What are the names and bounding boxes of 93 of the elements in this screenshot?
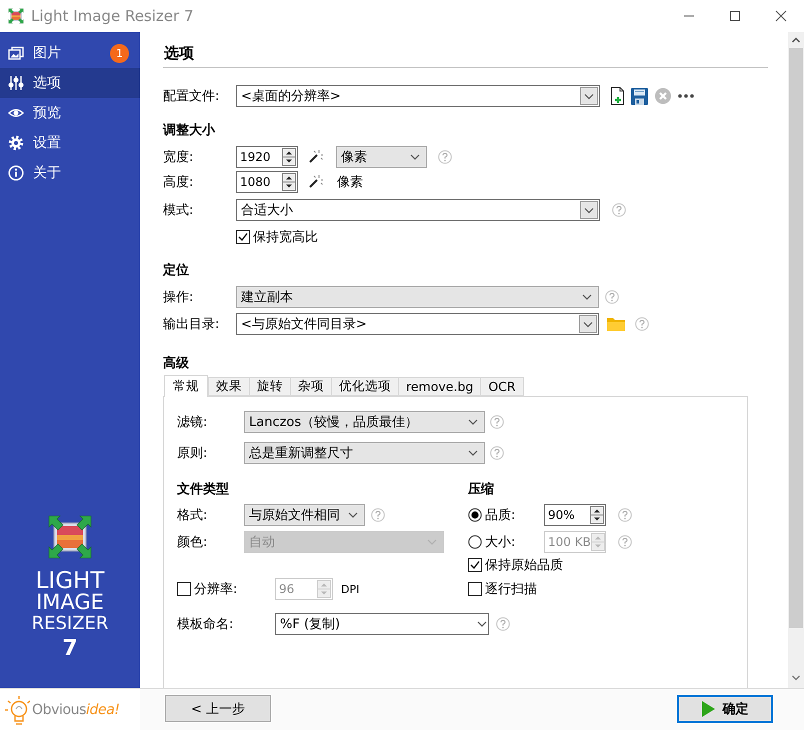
sidebar-item[interactable]: 图片 1 [0, 38, 140, 68]
field-label: 模板命名: [177, 616, 234, 633]
field-label: 格式: [177, 507, 208, 524]
dropdown[interactable]: <与原始文件同目录> [236, 313, 599, 335]
ok-button[interactable]: 确定 [677, 695, 773, 723]
caret-icon [579, 315, 597, 333]
settings-icon [8, 135, 24, 151]
sidebar-item[interactable]: 预览 [0, 98, 140, 128]
number-field[interactable]: 1920 [236, 146, 298, 168]
checkbox-label: 分辨率: [194, 581, 238, 598]
app-icon [8, 8, 24, 24]
spinner-icon[interactable] [282, 173, 296, 191]
caret-icon [468, 419, 478, 425]
magic-wand-icon[interactable] [307, 174, 323, 190]
checkbox[interactable] [236, 230, 250, 244]
logo-text: RESIZER [32, 613, 108, 634]
profile-dropdown[interactable]: <桌面的分辨率> [236, 85, 600, 107]
logo-text: LIGHT [36, 570, 104, 592]
tab[interactable]: 常规 [164, 375, 208, 397]
dropdown[interactable]: 合适大小 [236, 199, 600, 221]
section-heading: 调整大小 [163, 122, 216, 140]
scrollbar[interactable] [788, 32, 804, 688]
tab[interactable]: remove.bg [398, 377, 480, 396]
dropdown[interactable]: %F (复制) [275, 613, 489, 635]
field-label: 滤镜: [177, 414, 208, 431]
radio-button[interactable] [468, 508, 482, 522]
caret-icon [580, 87, 598, 105]
close-button[interactable] [775, 10, 787, 22]
dropdown[interactable]: 建立副本 [236, 286, 599, 308]
logo-text: IMAGE [36, 592, 104, 613]
save-icon[interactable] [631, 88, 648, 104]
tab[interactable]: 旋转 [249, 377, 290, 396]
play-icon [702, 701, 714, 717]
field-label: 颜色: [177, 534, 208, 551]
tab[interactable]: 优化选项 [331, 377, 398, 396]
vendor-logo-text: Obviousidea! [32, 702, 121, 718]
caret-icon [582, 294, 592, 300]
tab[interactable]: 效果 [208, 377, 249, 396]
magic-wand-icon[interactable] [307, 149, 323, 165]
field-label: 高度: [163, 174, 194, 191]
radio-button[interactable] [468, 535, 482, 549]
field-label: 宽度: [163, 149, 194, 166]
unit-label: 像素 [337, 174, 363, 191]
caret-icon [427, 539, 437, 545]
page-title: 选项 [164, 43, 195, 64]
dropdown[interactable]: 总是重新调整尺寸 [244, 442, 485, 464]
pictures-icon [8, 45, 24, 61]
field-label: 操作: [163, 289, 194, 306]
caret-icon [468, 450, 478, 456]
window-title: Light Image Resizer 7 [31, 7, 194, 25]
sidebar-item[interactable]: 关于 [0, 158, 140, 188]
section-heading: 定位 [163, 262, 190, 280]
checkbox[interactable] [177, 582, 191, 596]
spinner-icon[interactable] [590, 506, 604, 524]
dropdown[interactable]: 与原始文件相同 [244, 504, 365, 526]
maximize-button[interactable] [729, 10, 741, 22]
checkbox[interactable] [468, 582, 482, 596]
section-heading: 高级 [163, 355, 190, 373]
unit-dropdown[interactable]: 像素 [336, 146, 427, 168]
unit-label: DPI [341, 582, 360, 596]
field-label: 配置文件: [163, 88, 220, 105]
caret-icon [410, 154, 420, 160]
caret-icon [580, 201, 598, 219]
sliders-icon [8, 75, 24, 91]
app-logo-icon [47, 514, 93, 560]
tab[interactable]: OCR [480, 377, 524, 396]
number-field[interactable]: 90% [544, 504, 606, 526]
dropdown[interactable]: Lanczos（较慢，品质最佳） [244, 411, 485, 433]
back-button[interactable]: < 上一步 [165, 695, 271, 722]
caret-icon [477, 621, 487, 627]
radio-label: 大小: [485, 534, 516, 551]
checkbox-label: 逐行扫描 [485, 581, 537, 598]
new-file-icon[interactable] [610, 87, 625, 105]
more-icon[interactable] [678, 94, 694, 98]
number-field[interactable]: 1080 [236, 171, 298, 193]
section-heading: 文件类型 [177, 481, 230, 499]
field-label: 输出目录: [163, 316, 220, 333]
checkbox-label: 保持原始品质 [485, 557, 563, 574]
sidebar-item[interactable]: 选项 [0, 68, 140, 98]
count-badge: 1 [110, 44, 129, 62]
field-label: 模式: [163, 202, 194, 219]
radio-label: 品质: [485, 507, 516, 524]
spinner-icon[interactable] [282, 148, 296, 166]
lightbulb-icon [4, 694, 30, 726]
section-heading: 压缩 [468, 481, 495, 499]
tab[interactable]: 杂项 [290, 377, 331, 396]
sidebar-item[interactable]: 设置 [0, 128, 140, 158]
field-label: 原则: [177, 445, 208, 462]
checkbox[interactable] [468, 558, 482, 572]
version-number: 7 [62, 636, 78, 662]
caret-icon [348, 512, 358, 518]
info-icon [8, 165, 24, 181]
checkbox-label: 保持宽高比 [253, 229, 318, 246]
